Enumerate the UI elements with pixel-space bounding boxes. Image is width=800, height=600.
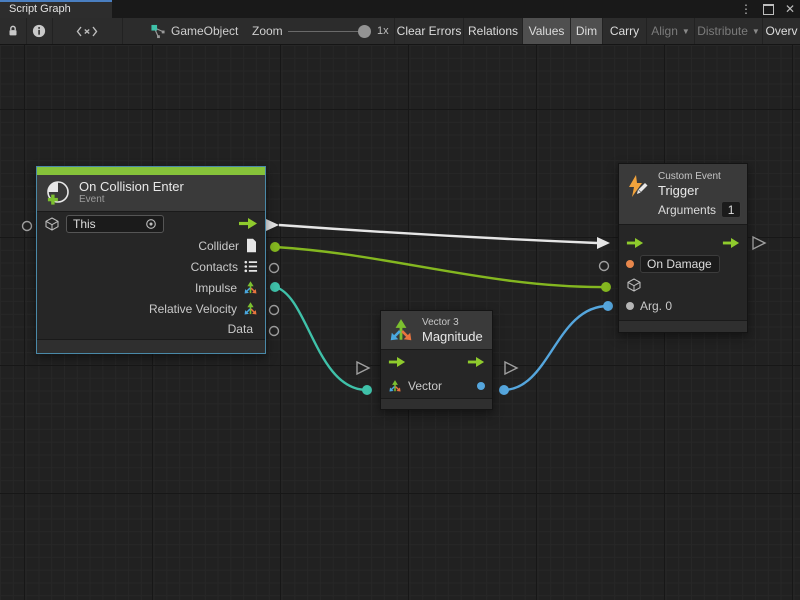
zoom-label: Zoom (252, 18, 283, 44)
flow-arrow-icon (467, 356, 485, 368)
gameobject-label: GameObject (171, 24, 238, 38)
port-event-name-in[interactable] (600, 262, 609, 271)
collider-document-icon (245, 238, 258, 253)
code-preview-button[interactable] (52, 18, 123, 44)
chevron-down-icon: ▼ (752, 27, 760, 36)
arguments-label: Arguments (658, 203, 716, 217)
arguments-field[interactable]: 1 (721, 201, 741, 218)
port-vector-in[interactable] (362, 385, 372, 395)
port-contacts-out[interactable] (270, 264, 279, 273)
event-name-field[interactable]: On Damage (640, 255, 720, 273)
port-collision-flow-out[interactable] (266, 219, 279, 231)
string-input-dot (626, 260, 634, 268)
gameobject-indicator[interactable]: GameObject (150, 18, 238, 44)
node-body: This Collider Contacts (37, 212, 265, 339)
port-data-out[interactable] (270, 327, 279, 336)
zoom-value: 1x (377, 18, 389, 44)
flow-arrow-icon (238, 217, 258, 230)
node-on-collision-enter[interactable]: On Collision Enter Event This (36, 166, 266, 354)
gameobject-cube-icon (44, 216, 60, 232)
dim-button[interactable]: Dim (570, 18, 602, 44)
port-magnitude-out[interactable] (499, 385, 509, 395)
graph-toolbar: GameObject Zoom 1x Clear Errors Relation… (0, 18, 800, 45)
lock-button[interactable] (0, 18, 27, 44)
flow-arrow-icon (722, 237, 740, 249)
maximize-icon[interactable] (762, 3, 774, 15)
output-label: Impulse (195, 281, 237, 295)
zoom-slider-knob[interactable] (358, 25, 371, 38)
input-label: Vector (408, 379, 442, 393)
port-trigger-flow-out[interactable] (753, 237, 765, 249)
node-body: Vector (381, 350, 492, 398)
node-footer (381, 398, 492, 409)
graph-reference-icon (150, 24, 166, 39)
wire-collider-green (275, 247, 606, 287)
node-body: On Damage Arg. 0 (619, 225, 747, 320)
magnitude-output-dot (477, 382, 485, 390)
port-collision-target-in[interactable] (23, 222, 32, 231)
collision-event-icon (45, 180, 71, 206)
node-trigger-custom-event[interactable]: Custom Event Trigger Arguments 1 (618, 163, 748, 333)
node-category: Custom Event (658, 170, 741, 183)
chevron-down-icon: ▼ (682, 27, 690, 36)
contacts-list-icon (244, 260, 258, 273)
event-color-bar (37, 167, 265, 175)
info-icon (32, 24, 46, 38)
clear-errors-button[interactable]: Clear Errors (394, 18, 463, 44)
port-magnitude-flow-in[interactable] (357, 362, 369, 374)
flow-arrow-icon (626, 237, 644, 249)
output-label: Data (228, 322, 253, 336)
output-label: Contacts (191, 260, 238, 274)
values-button[interactable]: Values (522, 18, 570, 44)
distribute-dropdown[interactable]: Distribute▼ (694, 18, 762, 44)
port-impulse-out[interactable] (270, 282, 280, 292)
vector3-icon (243, 280, 258, 295)
node-title: Magnitude (422, 329, 483, 344)
carry-button[interactable]: Carry (602, 18, 646, 44)
wire-impulse-teal (275, 287, 367, 390)
graph-canvas[interactable]: On Collision Enter Event This (0, 45, 800, 600)
close-icon[interactable]: ✕ (784, 3, 796, 15)
vector3-icon (243, 301, 258, 316)
kebab-menu-icon[interactable]: ⋮ (740, 3, 752, 15)
zoom-slider-track[interactable] (288, 31, 368, 32)
flow-arrow-icon (388, 356, 406, 368)
node-title: On Collision Enter (79, 179, 184, 194)
node-title: Trigger (658, 183, 741, 198)
arg0-label: Arg. 0 (640, 299, 672, 313)
port-collider-out[interactable] (270, 242, 280, 252)
wire-magnitude-blue (504, 306, 608, 390)
arg0-input-dot (626, 302, 634, 310)
custom-event-icon (626, 174, 650, 198)
node-subtitle: Event (79, 194, 184, 206)
vector3-icon (388, 317, 414, 343)
port-magnitude-flow-out[interactable] (505, 362, 517, 374)
window-controls: ⋮ ✕ (740, 0, 796, 18)
info-button[interactable] (26, 18, 53, 44)
lock-icon (6, 24, 20, 38)
node-vector3-magnitude[interactable]: Vector 3 Magnitude Vector (380, 310, 493, 410)
wire-flow-white (279, 225, 597, 243)
node-footer (37, 339, 265, 353)
tab-script-graph[interactable]: Script Graph (0, 0, 112, 18)
output-label: Collider (198, 239, 239, 253)
port-trigger-flow-in[interactable] (597, 237, 610, 249)
tab-bar: Script Graph ⋮ ✕ (0, 0, 800, 18)
target-field[interactable]: This (66, 215, 164, 233)
code-angle-x-icon (76, 25, 98, 38)
tab-title: Script Graph (9, 3, 71, 15)
port-arg0-in[interactable] (603, 301, 613, 311)
gameobject-cube-icon (626, 277, 642, 293)
overview-button[interactable]: Overv (762, 18, 800, 44)
vector3-icon (388, 379, 402, 393)
object-picker-icon[interactable] (145, 218, 157, 230)
align-dropdown[interactable]: Align▼ (646, 18, 694, 44)
output-label: Relative Velocity (149, 302, 237, 316)
relations-button[interactable]: Relations (463, 18, 522, 44)
node-footer (619, 320, 747, 332)
port-relative-velocity-out[interactable] (270, 306, 279, 315)
port-trigger-target-in[interactable] (601, 282, 611, 292)
node-category: Vector 3 (422, 316, 483, 329)
